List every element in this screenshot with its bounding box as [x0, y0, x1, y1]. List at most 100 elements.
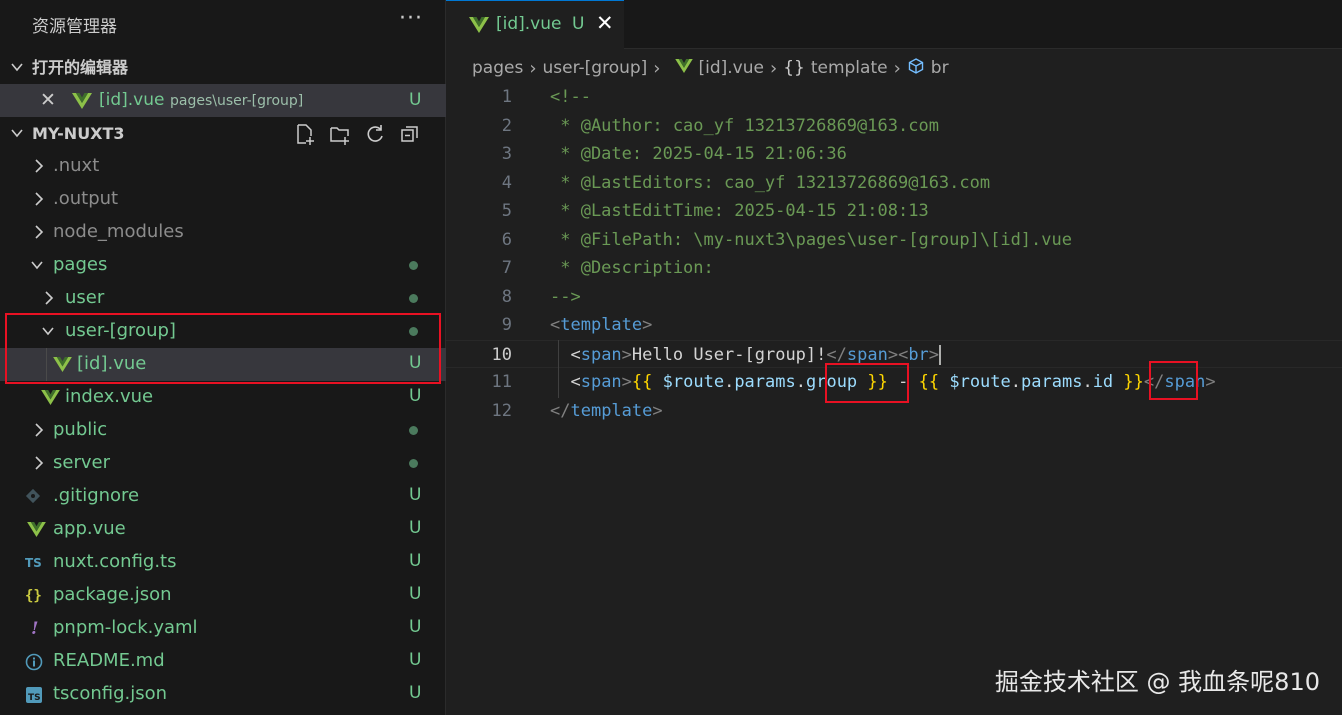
explorer-toolbar [294, 123, 421, 145]
yaml-icon: ! [29, 619, 49, 639]
code-token: * @Description: [550, 258, 724, 278]
info-icon [25, 653, 45, 671]
tree-item-app-vue[interactable]: app.vue U [0, 513, 446, 546]
code-line[interactable]: 5 * @LastEditTime: 2025-04-15 21:08:13 [446, 197, 1342, 226]
chevron-right-icon: › [529, 57, 537, 79]
chevron-right-icon: › [769, 57, 778, 79]
code-token: $route [652, 372, 725, 392]
code-token: * @Author: cao_yf 13213726869@163.com [550, 115, 939, 136]
open-editor-path: pages\user-[group] [170, 93, 304, 109]
code-token: span [580, 372, 622, 392]
highlight-box [1149, 361, 1198, 400]
code-token: * @LastEditors: cao_yf 13213726869@163.c… [550, 172, 991, 193]
breadcrumb-item[interactable]: br [931, 58, 949, 78]
untracked-badge: U [409, 485, 422, 505]
tree-item-server[interactable]: server [0, 447, 446, 480]
editor-pane: [id].vue U ✕ pages › user-[group] › [id]… [446, 0, 1342, 715]
code-token: < [550, 372, 581, 392]
code-token: . [1082, 372, 1093, 392]
code-token: $route [939, 372, 1011, 392]
typescript-icon: TS [25, 555, 45, 573]
tree-item-nuxt-config[interactable]: TS nuxt.config.ts U [0, 546, 446, 579]
untracked-badge: U [409, 518, 422, 538]
chevron-right-icon [31, 222, 47, 242]
code-token: </ [826, 344, 847, 365]
tree-item-output[interactable]: .output [0, 183, 446, 216]
close-icon[interactable]: ✕ [40, 89, 56, 111]
untracked-badge: U [409, 386, 422, 406]
json-icon: {} [25, 587, 45, 605]
code-token: params [1021, 372, 1083, 392]
code-token: > [1205, 372, 1216, 392]
line-number: 4 [501, 172, 512, 193]
indent-guide [558, 340, 559, 398]
code-token: < [550, 315, 561, 335]
breadcrumb-item[interactable]: [id].vue [699, 58, 764, 78]
collapse-all-icon[interactable] [399, 123, 421, 145]
open-editors-header[interactable]: 打开的编辑器 [0, 51, 446, 84]
svg-text:{}: {} [25, 588, 42, 603]
chevron-right-icon: › [653, 57, 661, 79]
vue-file-icon [72, 93, 92, 113]
code-line[interactable]: 4 * @LastEditors: cao_yf 13213726869@163… [446, 169, 1342, 198]
code-line[interactable]: 6 * @FilePath: \my-nuxt3\pages\user-[gro… [446, 226, 1342, 255]
highlight-box [825, 363, 909, 403]
new-folder-icon[interactable] [329, 123, 351, 145]
breadcrumb-item[interactable]: user-[group] [543, 58, 648, 78]
tree-item-label: index.vue [65, 386, 154, 407]
tree-item-tsconfig[interactable]: TS tsconfig.json U [0, 678, 446, 711]
tree-item-node-modules[interactable]: node_modules [0, 216, 446, 249]
code-token: br [908, 344, 929, 365]
code-token: span [846, 344, 888, 365]
untracked-badge: U [409, 90, 422, 110]
braces-icon: {} [783, 58, 805, 78]
tree-item-gitignore[interactable]: .gitignore U [0, 480, 446, 513]
tree-item-label: nuxt.config.ts [53, 551, 177, 572]
untracked-badge: U [409, 683, 422, 703]
tree-item-public[interactable]: public [0, 414, 446, 447]
chevron-down-icon [29, 255, 45, 275]
code-token: * @FilePath: \my-nuxt3\pages\user-[group… [550, 229, 1072, 250]
tree-item-nuxt[interactable]: .nuxt [0, 150, 446, 183]
tree-item-index-vue[interactable]: index.vue U [0, 381, 446, 414]
open-editor-item[interactable]: ✕ [id].vue pages\user-[group] U [0, 84, 446, 117]
line-number: 7 [501, 258, 512, 278]
breadcrumb-item[interactable]: pages [472, 58, 523, 78]
code-line[interactable]: 2 * @Author: cao_yf 13213726869@163.com [446, 112, 1342, 141]
code-token: > [928, 344, 940, 365]
chevron-right-icon [31, 420, 47, 440]
tree-item-label: tsconfig.json [53, 683, 168, 704]
tree-item-readme[interactable]: README.md U [0, 645, 446, 678]
highlight-box [5, 313, 441, 384]
code-token: span [580, 344, 622, 365]
code-line[interactable]: 3 * @Date: 2025-04-15 21:06:36 [446, 140, 1342, 169]
close-icon[interactable]: ✕ [596, 11, 614, 35]
explorer-title: 资源管理器 [32, 17, 117, 37]
tree-item-package-json[interactable]: {} package.json U [0, 579, 446, 612]
chevron-right-icon [31, 156, 47, 176]
code-line[interactable]: 8 --> [446, 283, 1342, 312]
line-code: </template> [550, 397, 663, 426]
tree-item-pnpm-lock[interactable]: ! pnpm-lock.yaml U [0, 612, 446, 645]
code-token: <!-- [550, 87, 591, 107]
tab-label: [id].vue [496, 14, 562, 34]
tree-item-label: .gitignore [53, 485, 140, 506]
modified-dot [409, 261, 418, 270]
tree-item-user[interactable]: user [0, 282, 446, 315]
tree-item-pages[interactable]: pages [0, 249, 446, 282]
breadcrumb-item[interactable]: template [811, 58, 888, 78]
tab-bar: [id].vue U ✕ [446, 0, 1342, 49]
code-token: --> [550, 286, 581, 307]
tab-id-vue[interactable]: [id].vue U ✕ [446, 0, 624, 49]
tree-item-label: .nuxt [53, 155, 100, 176]
breadcrumb: pages › user-[group] › [id].vue › {} tem… [472, 56, 949, 80]
line-code: * @FilePath: \my-nuxt3\pages\user-[group… [550, 226, 1072, 255]
code-line[interactable]: 9 <template> [446, 311, 1342, 340]
more-actions-icon[interactable]: ··· [399, 6, 423, 31]
code-line[interactable]: 7 * @Description: [446, 254, 1342, 283]
new-file-icon[interactable] [294, 123, 316, 145]
untracked-badge: U [409, 551, 422, 571]
code-line[interactable]: 1 <!-- [446, 83, 1342, 112]
refresh-icon[interactable] [364, 123, 386, 145]
line-code: * @LastEditors: cao_yf 13213726869@163.c… [550, 169, 990, 198]
